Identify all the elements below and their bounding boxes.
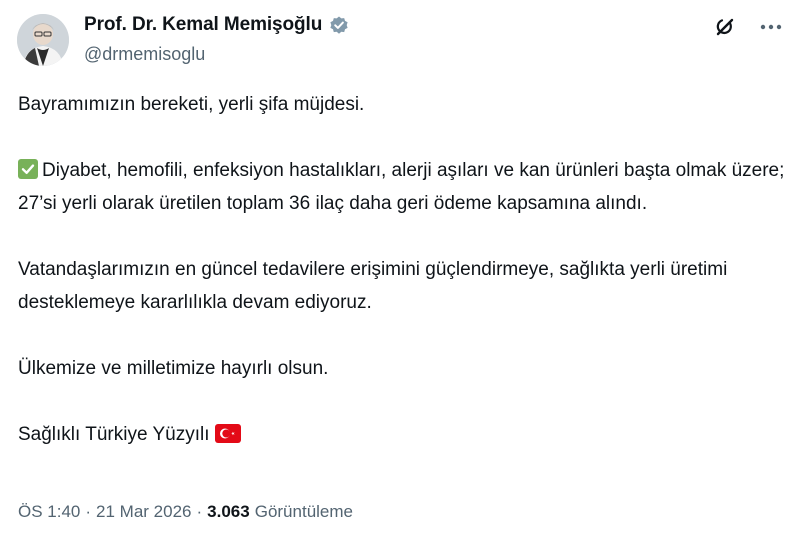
tweet-time[interactable]: ÖS 1:40 <box>18 502 80 522</box>
views-count[interactable]: 3.063 <box>207 502 250 522</box>
tweet-paragraph-5-text: Sağlıklı Türkiye Yüzyılı <box>18 424 210 445</box>
verified-badge-icon[interactable] <box>328 14 350 36</box>
tweet-actions <box>712 14 784 40</box>
tweet-paragraph-4: Ülkemize ve milletimize hayırlı olsun. <box>18 358 329 379</box>
meta-separator: · <box>85 502 92 521</box>
author-handle[interactable]: @drmemisoglu <box>84 44 205 65</box>
check-mark-emoji <box>18 159 38 179</box>
tweet: Prof. Dr. Kemal Memişoğlu @drmemisoglu B… <box>0 0 800 539</box>
tweet-paragraph-5: Sağlıklı Türkiye Yüzyılı <box>18 418 788 454</box>
tweet-meta: ÖS 1:40 · 21 Mar 2026 · 3.063 Görüntülem… <box>18 502 353 522</box>
meta-separator: · <box>196 502 203 521</box>
avatar[interactable] <box>17 14 69 66</box>
tweet-paragraph-2-text: Diyabet, hemofili, enfeksiyon hastalıkla… <box>18 160 790 214</box>
tweet-paragraph-3: Vatandaşlarımızın en güncel tedavilere e… <box>18 259 733 313</box>
tweet-paragraph-2: Diyabet, hemofili, enfeksiyon hastalıkla… <box>18 154 788 220</box>
tweet-paragraph-1: Bayramımızın bereketi, yerli şifa müjdes… <box>18 94 365 115</box>
author-display-name[interactable]: Prof. Dr. Kemal Memişoğlu <box>84 14 322 36</box>
grok-icon[interactable] <box>712 14 738 40</box>
more-options-icon[interactable] <box>758 14 784 40</box>
views-label[interactable]: Görüntüleme <box>255 502 353 522</box>
tweet-date[interactable]: 21 Mar 2026 <box>96 502 191 522</box>
author-name-row: Prof. Dr. Kemal Memişoğlu <box>84 14 350 36</box>
turkey-flag-emoji <box>215 421 242 454</box>
tweet-text: Bayramımızın bereketi, yerli şifa müjdes… <box>18 88 788 454</box>
